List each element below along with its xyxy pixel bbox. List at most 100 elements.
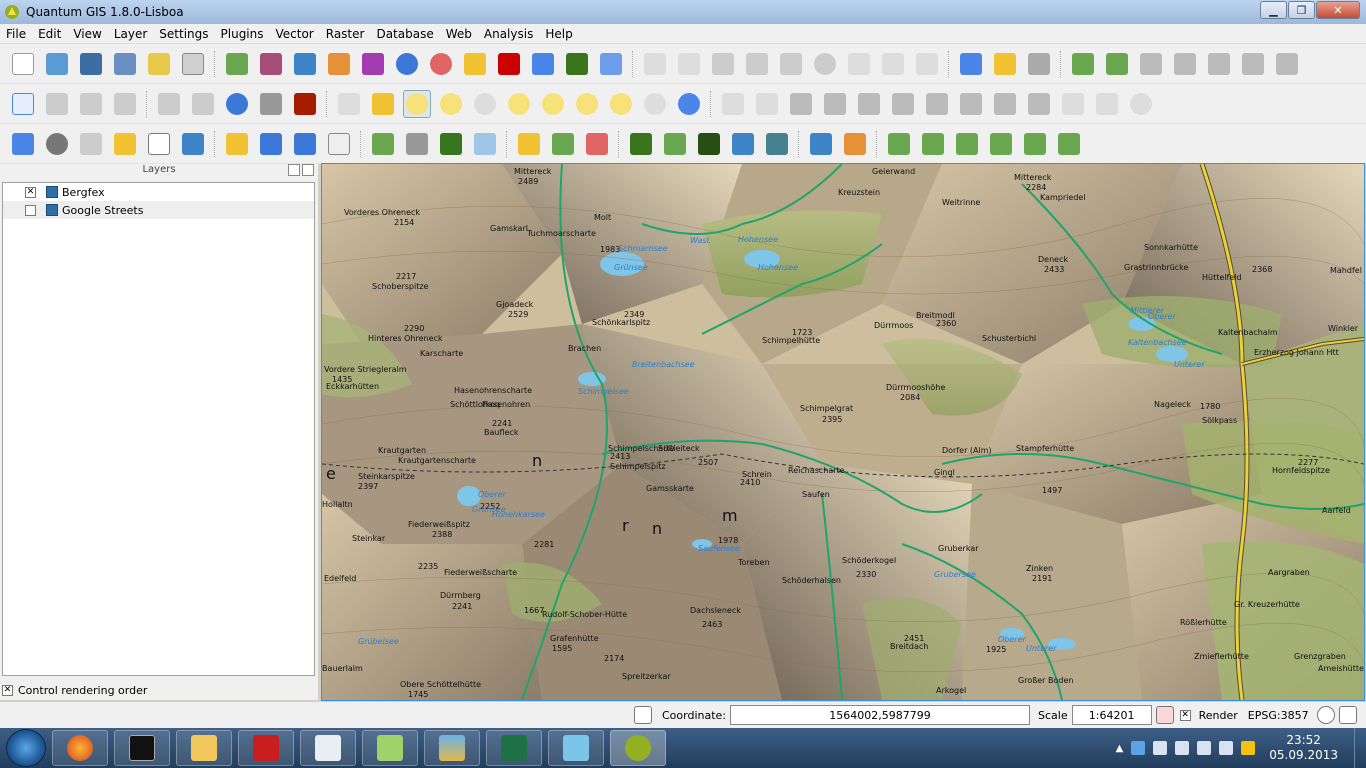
new-project-button[interactable] [9,50,37,78]
delete-selected-button[interactable] [811,50,839,78]
messages-icon[interactable] [1338,706,1357,724]
taskbar-app-notepad[interactable] [362,730,418,766]
taskbar-app-document-viewer[interactable] [300,730,356,766]
pin-labels-button[interactable] [43,90,71,118]
save-project-button[interactable] [77,50,105,78]
digitize-tool-5-button[interactable] [1205,50,1233,78]
network-icon[interactable] [1197,741,1212,755]
rendering-order-checkbox[interactable]: ✕ [2,685,13,696]
show-hide-labels-button[interactable] [77,90,105,118]
new-bookmark-button-2[interactable] [257,130,285,158]
layer-item-google-streets[interactable]: Google Streets [3,201,314,219]
battery-icon[interactable] [1175,741,1190,755]
show-hidden-icons-button[interactable]: ▲ [1116,743,1124,754]
plugin-7-button[interactable] [583,130,611,158]
taskbar-app-foxit[interactable] [548,730,604,766]
zoom-to-layer-button[interactable] [957,50,985,78]
add-postgis-layer-button[interactable] [291,50,319,78]
save-as-button[interactable] [111,50,139,78]
add-wms-layer-button[interactable] [393,50,421,78]
plugin-8-button[interactable] [627,130,655,158]
taskbar-app-adobe-reader[interactable] [238,730,294,766]
zoom-actual-button[interactable] [471,90,499,118]
plugin-13-button[interactable] [807,130,835,158]
plugin-15-button[interactable] [885,130,913,158]
add-feature-button[interactable] [709,50,737,78]
menu-edit[interactable]: Edit [32,27,67,41]
add-raster-layer-button[interactable] [257,50,285,78]
digitize-tool-2-button[interactable] [1103,50,1131,78]
google-drive-icon[interactable] [1241,741,1256,755]
volume-icon[interactable] [1219,741,1234,755]
digitize-tool-7-button[interactable] [1273,50,1301,78]
paste-features-button[interactable] [913,50,941,78]
select-features-button[interactable] [77,130,105,158]
maximize-button[interactable]: ❐ [1288,1,1315,19]
measure-line-button[interactable] [179,130,207,158]
simplify-feature-button[interactable] [787,90,815,118]
menu-database[interactable]: Database [370,27,439,41]
run-feature-action-button[interactable] [43,130,71,158]
plugin-10-button[interactable] [695,130,723,158]
map-canvas[interactable]: Mittereck 2489 Vorderes Ohreneck 2154 Ga… [321,163,1365,701]
plugin-18-button[interactable] [987,130,1015,158]
rotate-label-button[interactable] [155,90,183,118]
menu-vector[interactable]: Vector [270,27,320,41]
plugin-2-button[interactable] [403,130,431,158]
raster-layer-button[interactable] [291,90,319,118]
zoom-out-button[interactable] [437,90,465,118]
menu-plugins[interactable]: Plugins [215,27,270,41]
cut-features-button[interactable] [845,50,873,78]
taskbar-app-photo-viewer[interactable] [424,730,480,766]
float-panel-button[interactable] [288,164,300,176]
add-vector-layer-button[interactable] [223,50,251,78]
plugin-17-button[interactable] [953,130,981,158]
add-oracle-layer-button[interactable] [597,50,625,78]
zoom-next-button[interactable] [641,90,669,118]
split-features-button[interactable] [1025,90,1053,118]
new-bookmark-button[interactable] [991,50,1019,78]
minimize-button[interactable]: ▁ [1260,1,1287,19]
taskbar-app-excel[interactable] [486,730,542,766]
menu-help[interactable]: Help [539,27,578,41]
remove-layer-button[interactable] [495,50,523,78]
delete-part-button[interactable] [923,90,951,118]
layer-checkbox[interactable] [25,204,36,216]
merge-features-button[interactable] [1059,90,1087,118]
taskbar-app-cmd[interactable] [114,730,170,766]
close-panel-button[interactable] [302,164,314,176]
identify-features-button[interactable] [9,130,37,158]
flag-icon[interactable] [1153,741,1168,755]
add-delimited-text-button[interactable] [563,50,591,78]
open-project-button[interactable] [43,50,71,78]
new-print-composer-button[interactable] [145,50,173,78]
menu-analysis[interactable]: Analysis [478,27,539,41]
menu-settings[interactable]: Settings [153,27,214,41]
show-desktop-button[interactable] [1354,728,1366,768]
zoom-full-button[interactable] [505,90,533,118]
menu-web[interactable]: Web [440,27,478,41]
zoom-layer-button[interactable] [573,90,601,118]
zoom-selection-button[interactable] [539,90,567,118]
taskbar-app-firefox[interactable] [52,730,108,766]
home-button[interactable] [291,130,319,158]
plugin-12-button[interactable] [763,130,791,158]
move-label-button[interactable] [111,90,139,118]
plugin-16-button[interactable] [919,130,947,158]
copy-features-button[interactable] [879,50,907,78]
plugin-4-button[interactable] [471,130,499,158]
plugin-9-button[interactable] [661,130,689,158]
add-mssql-layer-button[interactable] [359,50,387,78]
refresh-button[interactable] [675,90,703,118]
menu-view[interactable]: View [67,27,107,41]
plugin-14-button[interactable] [841,130,869,158]
raster-calculator-button[interactable] [257,90,285,118]
plugin-6-button[interactable] [549,130,577,158]
change-label-button[interactable] [189,90,217,118]
menu-raster[interactable]: Raster [320,27,371,41]
plugin-5-button[interactable] [515,130,543,158]
merge-attributes-button[interactable] [1093,90,1121,118]
plugin-11-button[interactable] [729,130,757,158]
layer-item-bergfex[interactable]: ✕ Bergfex [3,183,314,201]
render-checkbox[interactable]: ✕ [1179,709,1191,721]
